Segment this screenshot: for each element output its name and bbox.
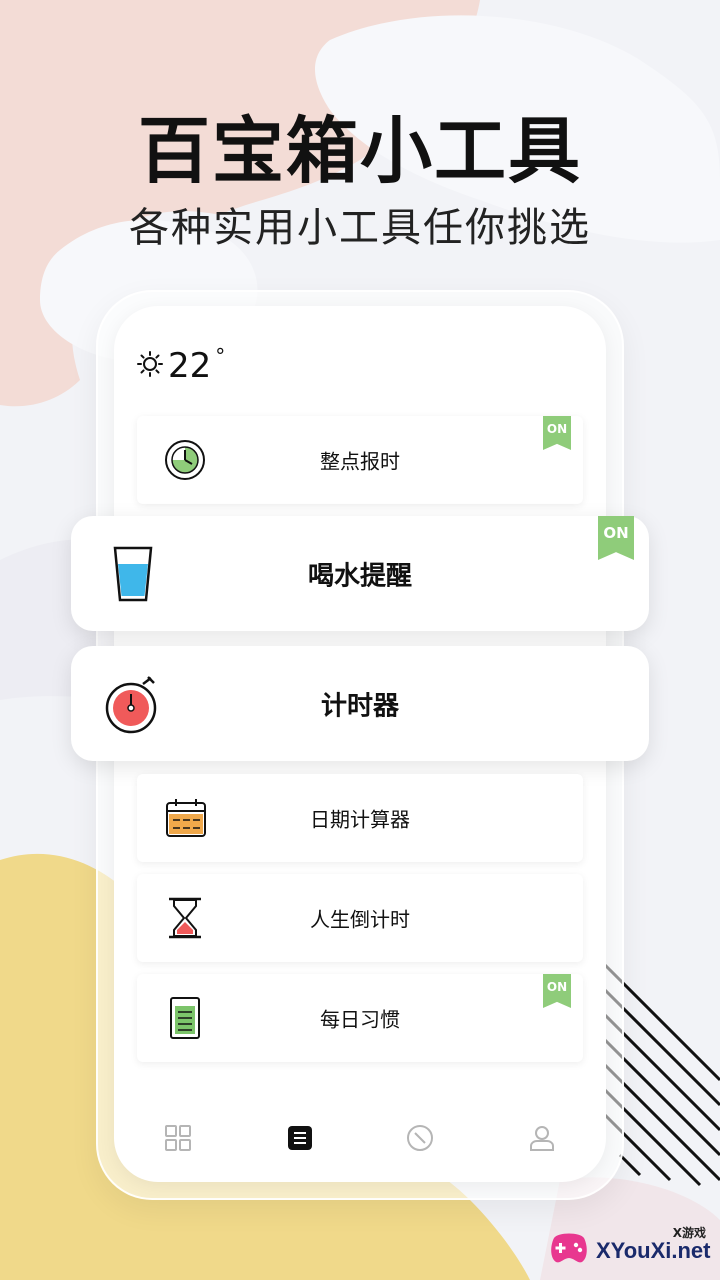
tool-label: 每日习惯 <box>320 1007 400 1032</box>
tab-list-icon[interactable] <box>284 1122 316 1154</box>
tab-user-icon[interactable] <box>526 1122 558 1154</box>
tool-card-daily-habit[interactable]: 每日习惯 ON <box>137 974 583 1062</box>
hero-title: 百宝箱小工具 <box>137 109 582 193</box>
watermark-main-text: XYouXi.net <box>596 1238 711 1263</box>
tool-card-timer[interactable]: 计时器 <box>71 646 649 761</box>
weather-widget: 22 ° <box>136 344 226 386</box>
tool-card-date-calculator[interactable]: 日期计算器 <box>137 774 583 862</box>
degree-symbol: ° <box>215 344 226 368</box>
tool-card-hourly-chime[interactable]: 整点报时 ON <box>137 416 583 504</box>
bottom-tab-bar <box>114 1110 606 1166</box>
gamepad-logo-icon <box>548 1228 590 1268</box>
tool-label: 人生倒计时 <box>310 907 410 932</box>
tab-compass-icon[interactable] <box>404 1122 436 1154</box>
temperature: 22 <box>168 346 212 386</box>
tool-card-life-countdown[interactable]: 人生倒计时 <box>137 874 583 962</box>
tool-label: 喝水提醒 <box>307 561 412 591</box>
tool-label: 整点报时 <box>320 449 400 474</box>
watermark: X游戏 XYouXi.net <box>548 1222 714 1272</box>
tool-card-water-reminder[interactable]: 喝水提醒 ON <box>71 516 649 631</box>
hero-subtitle: 各种实用小工具任你挑选 <box>129 205 591 251</box>
sun-icon <box>136 350 164 382</box>
tool-label: 计时器 <box>320 691 399 721</box>
on-badge: ON <box>598 516 634 560</box>
tab-grid-icon[interactable] <box>162 1122 194 1154</box>
tool-label: 日期计算器 <box>310 807 410 832</box>
